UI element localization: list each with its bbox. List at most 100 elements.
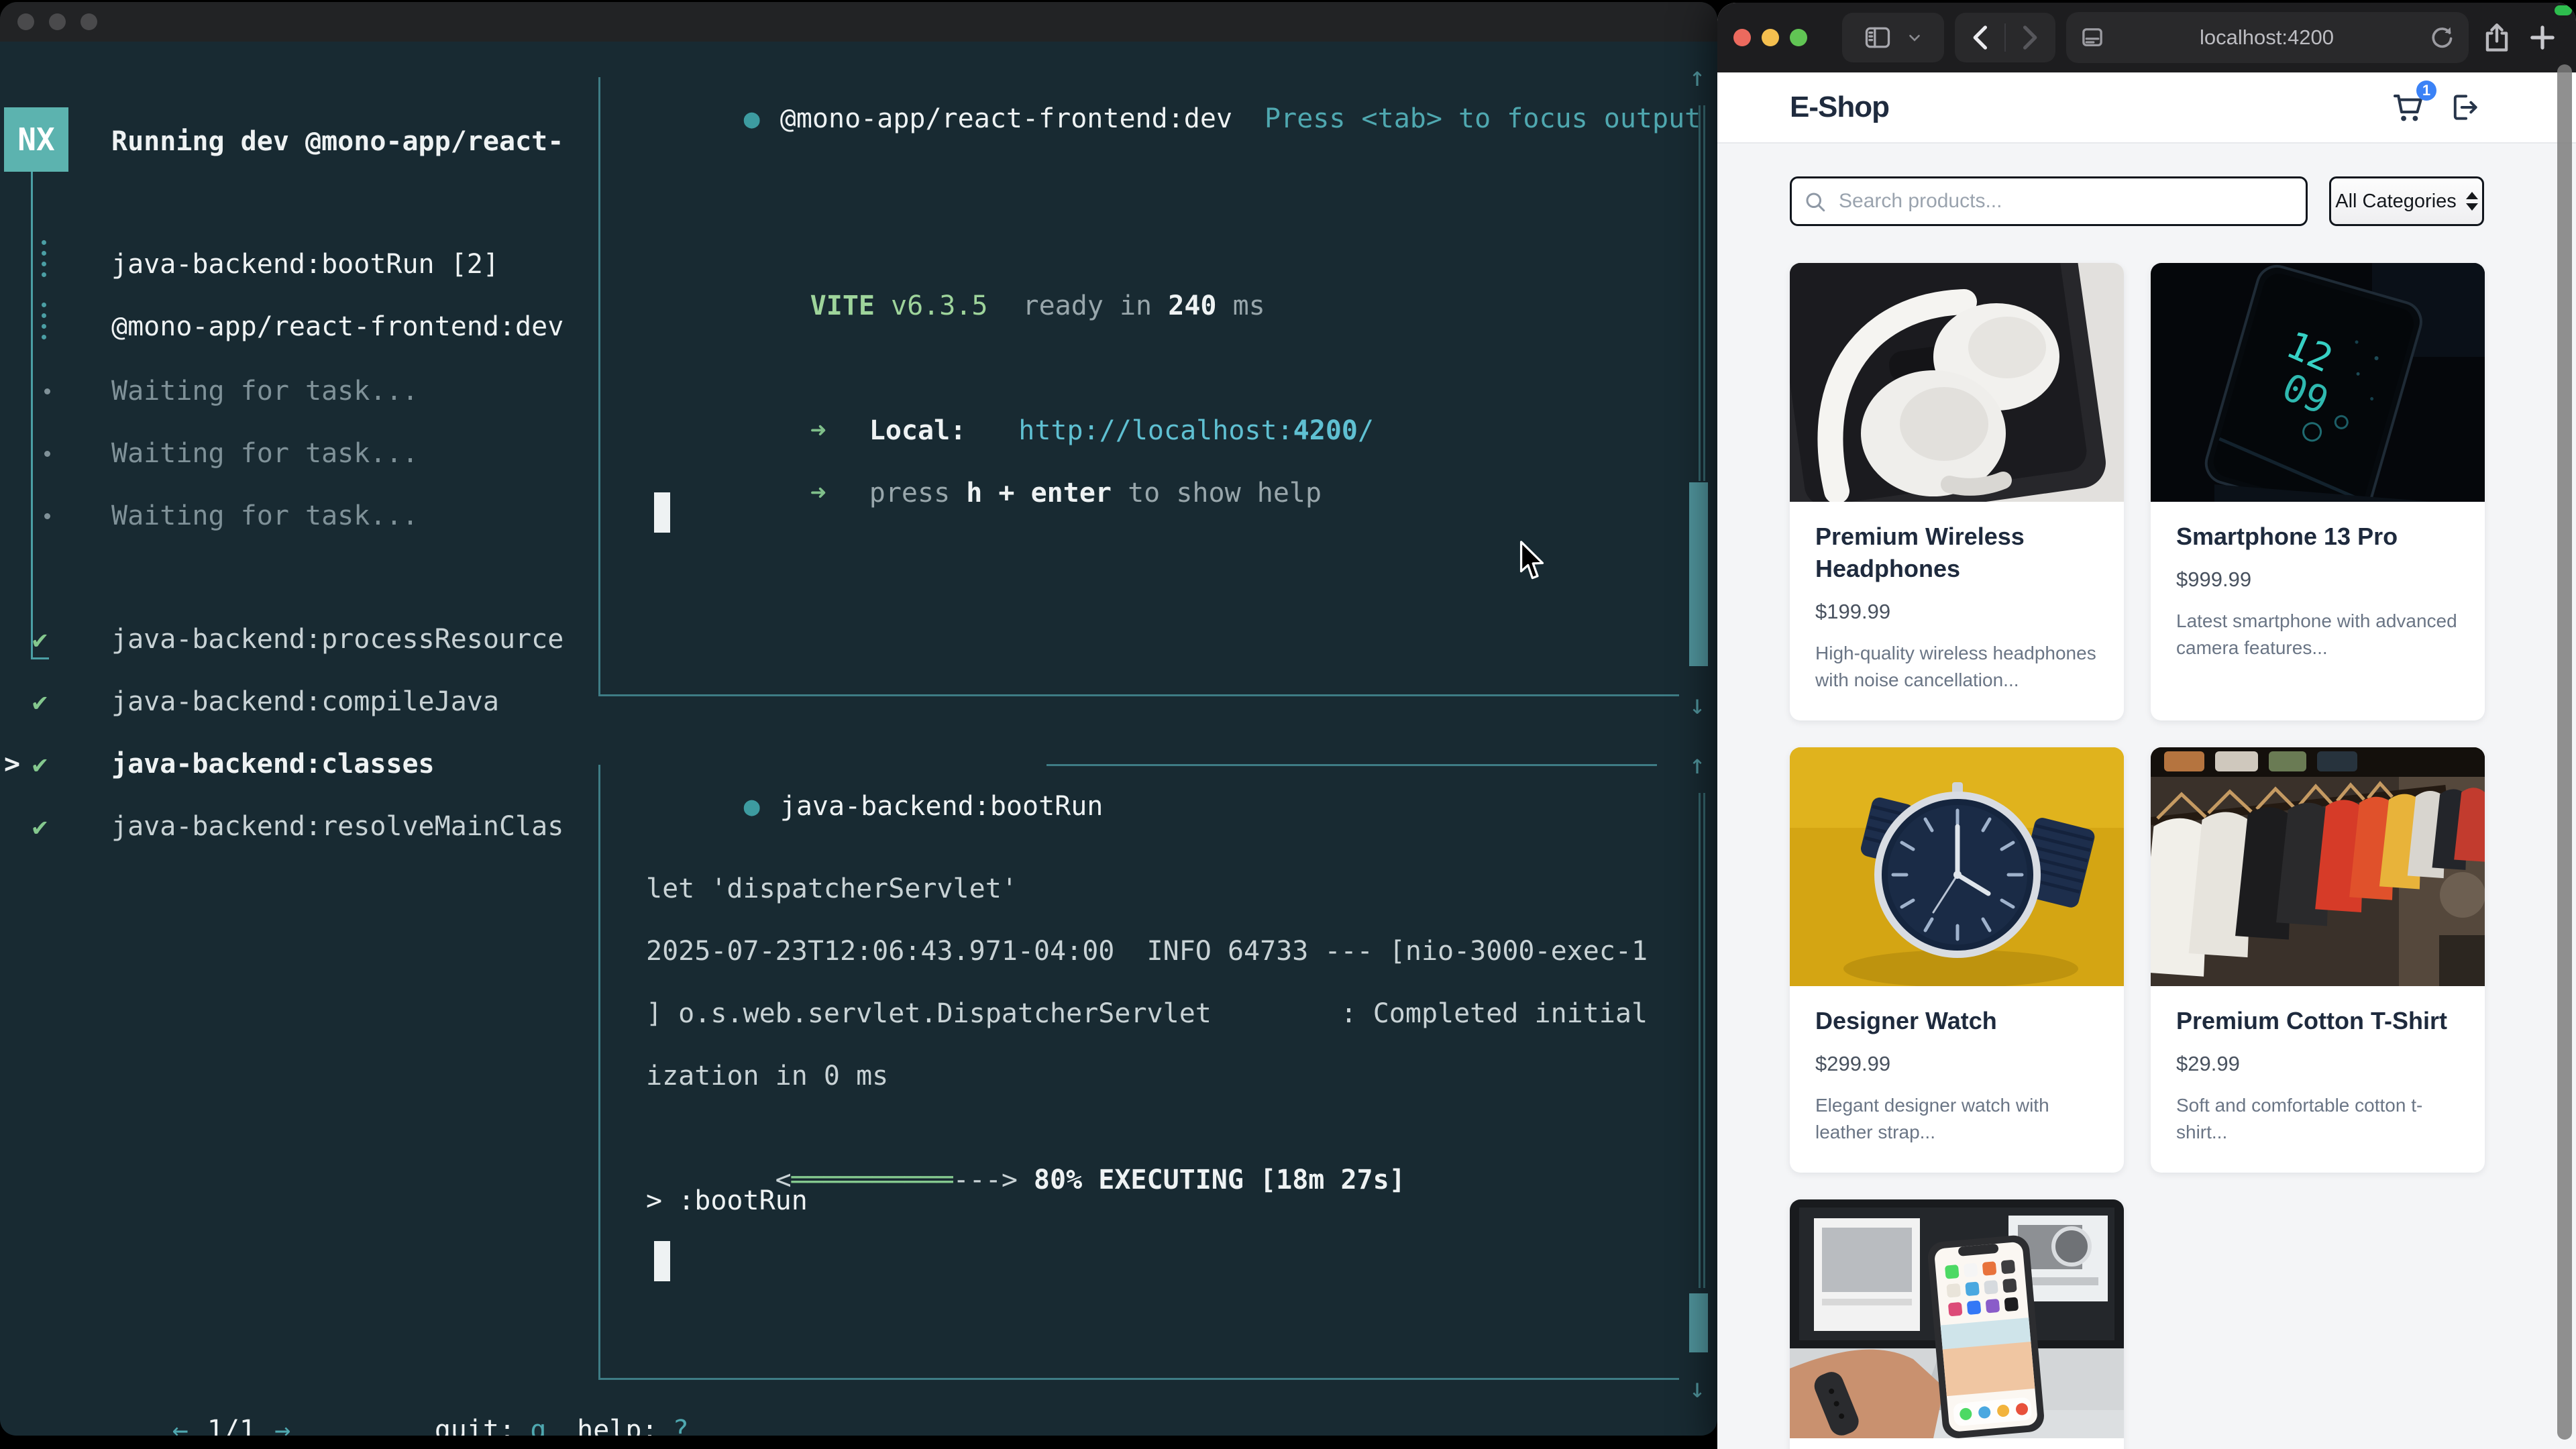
check-icon: ✔ — [32, 681, 48, 722]
scroll-up-icon[interactable]: ↑ — [1677, 56, 1717, 98]
product-name: Premium Wireless Headphones — [1815, 521, 2098, 585]
pane-bullet-icon: ● — [744, 103, 760, 134]
product-name: Designer Watch — [1815, 1005, 2098, 1037]
log-line: 2025-07-23T12:06:43.971-04:00 INFO 64733… — [646, 930, 1648, 972]
product-card[interactable]: 12 09 Smartphone 13 Pro $999.99 Latest s… — [2151, 263, 2485, 720]
terminal-titlebar[interactable] — [0, 2, 1717, 42]
product-card[interactable]: Premium Wireless Headphones $199.99 High… — [1790, 263, 2124, 720]
help-pre: press — [869, 478, 967, 508]
sidebar-task-frontend-dev[interactable]: @mono-app/react-frontend:dev — [111, 306, 564, 347]
product-description: Latest smartphone with advanced camera f… — [2176, 608, 2459, 661]
product-card[interactable]: Designer Watch $299.99 Elegant designer … — [1790, 747, 2124, 1173]
product-name: Premium Cotton T-Shirt — [2176, 1005, 2459, 1037]
product-card[interactable]: Premium Cotton T-Shirt $29.99 Soft and c… — [2151, 747, 2485, 1173]
running-spinner-icon — [42, 240, 46, 277]
arrow-icon: ➜ — [810, 478, 826, 508]
product-image-mouse — [1790, 1199, 2124, 1438]
nx-logo: NX — [4, 107, 68, 172]
ready-unit: ms — [1216, 290, 1265, 321]
pager[interactable]: ←1/1→ — [43, 1368, 290, 1409]
product-image-tshirts — [2151, 747, 2485, 986]
address-bar[interactable]: localhost:4200 — [2066, 12, 2469, 63]
sidebar-task-processresource[interactable]: java-backend:processResource — [111, 619, 564, 660]
chevron-down-icon — [1906, 29, 1923, 46]
select-stepper-icon — [2466, 192, 2478, 211]
pane-dev-header[interactable]: ●@mono-app/react-frontend:devPress <tab>… — [614, 56, 1717, 98]
waiting-dot-icon — [44, 513, 50, 519]
scrollbar-thumb[interactable] — [1689, 1293, 1708, 1352]
scroll-down-icon[interactable]: ↓ — [1677, 1368, 1717, 1409]
help-post: to show help — [1112, 478, 1322, 508]
product-description: Elegant designer watch with leather stra… — [1815, 1092, 2098, 1146]
browser-toolbar: localhost:4200 — [1717, 3, 2576, 72]
sidebar-task-compilejava[interactable]: java-backend:compileJava — [111, 681, 499, 722]
local-url-slash[interactable]: / — [1358, 415, 1374, 446]
waiting-dot-icon — [44, 451, 50, 457]
pager-position: 1/1 — [207, 1415, 256, 1436]
url-text[interactable]: localhost:4200 — [2106, 25, 2427, 50]
plus-icon — [2532, 28, 2553, 48]
pager-prev-icon[interactable]: ← — [172, 1415, 189, 1436]
vite-label: VITE — [810, 290, 875, 321]
zoom-button[interactable] — [80, 13, 97, 30]
back-icon[interactable] — [1964, 20, 1999, 55]
category-select[interactable]: All Categories — [2329, 176, 2484, 226]
close-button[interactable] — [17, 13, 34, 30]
product-description: High-quality wireless headphones with no… — [1815, 640, 2098, 694]
check-icon: ✔ — [32, 619, 48, 660]
pager-next-icon[interactable]: → — [274, 1415, 290, 1436]
sidebar-task-bootrun[interactable]: java-backend:bootRun [2] — [111, 244, 499, 285]
vite-ready-line: VITEv6.3.5ready in 240 ms — [681, 244, 1265, 285]
new-tab-button[interactable] — [2525, 20, 2560, 55]
terminal-cursor — [654, 492, 670, 533]
browser-window: localhost:4200 — [1717, 3, 2576, 1449]
check-icon: ✔ — [32, 806, 48, 847]
scroll-down-icon[interactable]: ↓ — [1677, 684, 1717, 726]
scrollbar-track[interactable] — [1699, 105, 1705, 481]
waiting-dot-icon — [44, 388, 50, 394]
category-value: All Categories — [2335, 191, 2457, 213]
focus-hint: Press <tab> to focus output — [1265, 103, 1701, 134]
screen-share-indicator — [2555, 5, 2572, 15]
product-card[interactable]: Wireless Gaming Mouse $79.99 High-perfor… — [1790, 1199, 2124, 1449]
zoom-button[interactable] — [1790, 29, 1807, 46]
brand-logo[interactable]: E-Shop — [1790, 91, 1889, 124]
share-button[interactable] — [2479, 20, 2514, 55]
pane-boot-header[interactable]: ●java-backend:bootRun — [614, 744, 1103, 786]
active-row-caret-icon: > — [4, 743, 20, 785]
page-settings-icon[interactable] — [2078, 23, 2106, 52]
product-image-headphones — [1790, 263, 2124, 502]
close-button[interactable] — [1733, 29, 1751, 46]
cart-button[interactable]: 1 — [2391, 90, 2426, 125]
log-line: ization in 0 ms — [646, 1055, 888, 1097]
forward-icon[interactable] — [2011, 20, 2046, 55]
gradle-progress-line: <══════════--->80% EXECUTING [18m 27s] — [646, 1118, 1405, 1159]
scrollbar-track[interactable] — [1699, 793, 1705, 1288]
page-scrollbar-thumb[interactable] — [2557, 64, 2572, 1440]
reload-icon[interactable] — [2427, 23, 2457, 52]
sidebar-task-classes[interactable]: java-backend:classes — [111, 743, 435, 785]
quit-key: q — [530, 1415, 546, 1436]
help-keys: h + enter — [966, 478, 1112, 508]
vite-local-line: ➜Local:http://localhost:4200/ — [681, 368, 1374, 410]
product-price: $299.99 — [1815, 1052, 2098, 1076]
scroll-up-icon[interactable]: ↑ — [1677, 744, 1717, 786]
ready-text: ready in — [1022, 290, 1168, 321]
minimize-button[interactable] — [1762, 29, 1779, 46]
logout-button[interactable] — [2449, 91, 2482, 124]
mouse-cursor — [1517, 541, 1547, 582]
product-image-smartphone: 12 09 — [2151, 263, 2485, 502]
log-line: ] o.s.web.servlet.DispatcherServlet : Co… — [646, 993, 1648, 1034]
scrollbar-thumb[interactable] — [1689, 482, 1708, 666]
search-input[interactable] — [1790, 176, 2308, 226]
sidebar-task-waiting: Waiting for task... — [111, 370, 419, 412]
sidebar-task-resolvemainclass[interactable]: java-backend:resolveMainClas — [111, 806, 564, 847]
sidebar-toggle-button[interactable] — [1842, 13, 1944, 62]
vite-version: v6.3.5 — [891, 290, 988, 321]
eshop-header: E-Shop 1 — [1717, 72, 2576, 144]
help-label: help: — [577, 1415, 657, 1436]
vite-help-line: ➜press h + enter to show help — [681, 431, 1322, 472]
log-line: let 'dispatcherServlet' — [646, 868, 1018, 910]
minimize-button[interactable] — [49, 13, 66, 30]
sidebar-task-waiting: Waiting for task... — [111, 433, 419, 474]
